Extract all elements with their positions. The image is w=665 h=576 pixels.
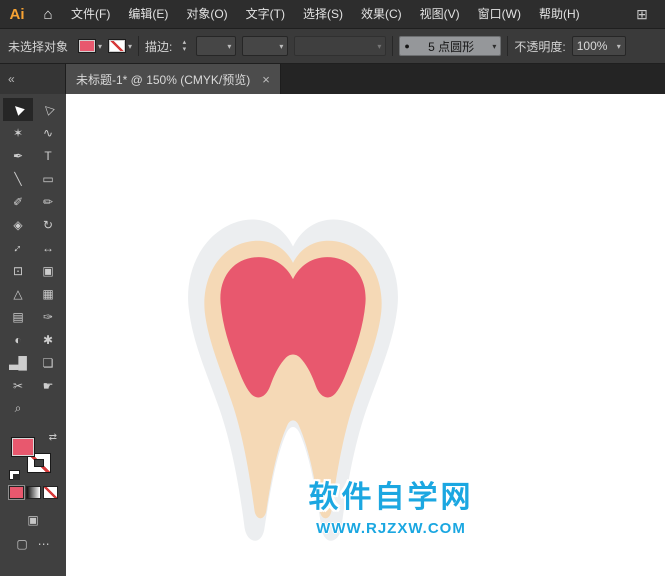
stroke-none-swatch[interactable] <box>108 39 126 53</box>
menu-item[interactable]: 视图(V) <box>411 7 469 21</box>
type-tool[interactable]: T <box>33 144 63 167</box>
menu-item[interactable]: 窗口(W) <box>469 7 530 21</box>
artboard-tool[interactable]: ❏ <box>33 351 63 374</box>
tools-panel: ▶▷✶∿✒T╲▭✐✏◈↻↕↔⊡▣△▦▤✑◐✱▃█❏✂☛⌕ ⇄ ▣ ▢ ⋯ <box>0 94 66 576</box>
tool-grid: ▶▷✶∿✒T╲▭✐✏◈↻↕↔⊡▣△▦▤✑◐✱▃█❏✂☛⌕ <box>3 98 63 420</box>
opacity-select[interactable]: 100% ▾ <box>572 36 626 56</box>
menu-item[interactable]: 帮助(H) <box>530 7 589 21</box>
pencil-tool[interactable]: ✏ <box>33 190 63 213</box>
gradient-tool[interactable]: ▤ <box>3 305 33 328</box>
none-button[interactable] <box>43 486 58 499</box>
variable-width-profile-select[interactable]: ▾ <box>242 36 288 56</box>
menu-item[interactable]: 文字(T) <box>237 7 294 21</box>
line-segment-tool[interactable]: ╲ <box>3 167 33 190</box>
opacity-label: 不透明度: <box>514 38 565 55</box>
width-tool[interactable]: ↔ <box>33 236 63 259</box>
shape-builder-tool[interactable]: ▣ <box>33 259 63 282</box>
selection-status: 未选择对象 <box>8 38 68 55</box>
screen-mode-row: ▢ ⋯ <box>16 537 49 551</box>
color-mode-row <box>9 486 58 499</box>
fill-swatch[interactable] <box>11 437 35 457</box>
stepper-up-icon[interactable]: ▴ <box>178 39 190 46</box>
gradient-button[interactable] <box>26 486 41 499</box>
main-area: ▶▷✶∿✒T╲▭✐✏◈↻↕↔⊡▣△▦▤✑◐✱▃█❏✂☛⌕ ⇄ ▣ ▢ ⋯ <box>0 94 665 576</box>
selection-tool[interactable]: ▶ <box>3 98 33 121</box>
stroke-color-control[interactable]: ▾ <box>108 39 132 53</box>
screen-mode-button[interactable]: ▢ <box>16 537 27 551</box>
separator <box>507 36 508 56</box>
brush-definition-select[interactable]: ● 5 点圆形 ▾ <box>399 36 501 56</box>
toolbar-bottom: ▣ ▢ ⋯ <box>16 513 49 551</box>
illustrator-window: Ai ⌂ 文件(F)编辑(E)对象(O)文字(T)选择(S)效果(C)视图(V)… <box>0 0 665 576</box>
pen-tool[interactable]: ✒ <box>3 144 33 167</box>
mesh-tool[interactable]: ▦ <box>33 282 63 305</box>
lasso-tool[interactable]: ∿ <box>33 121 63 144</box>
menu-item[interactable]: 选择(S) <box>294 7 352 21</box>
stroke-swatch-hole <box>34 459 44 467</box>
brush-preview-icon: ● <box>404 41 409 51</box>
menu-item[interactable]: 文件(F) <box>62 7 119 21</box>
tooth-artwork[interactable] <box>174 216 412 552</box>
workspace-switcher-icon[interactable]: ⊞ <box>625 6 659 23</box>
chevron-down-icon[interactable]: ▾ <box>227 42 231 51</box>
document-tab[interactable]: 未标题-1* @ 150% (CMYK/预览) × <box>66 64 281 94</box>
document-tab-bar: « 未标题-1* @ 150% (CMYK/预览) × <box>0 64 665 94</box>
rectangle-tool[interactable]: ▭ <box>33 167 63 190</box>
chevron-down-icon[interactable]: ▾ <box>128 42 132 51</box>
eraser-tool[interactable]: ◈ <box>3 213 33 236</box>
home-icon[interactable]: ⌂ <box>34 6 62 23</box>
menu-item[interactable]: 效果(C) <box>352 7 411 21</box>
direct-selection-tool[interactable]: ▷ <box>33 98 63 121</box>
eyedropper-tool[interactable]: ✑ <box>33 305 63 328</box>
swap-fill-stroke-icon[interactable]: ⇄ <box>49 432 57 443</box>
free-transform-tool[interactable]: ⊡ <box>3 259 33 282</box>
menubar: Ai ⌂ 文件(F)编辑(E)对象(O)文字(T)选择(S)效果(C)视图(V)… <box>0 0 665 28</box>
chevron-down-icon[interactable]: ▾ <box>617 42 621 51</box>
fill-color-swatch[interactable] <box>78 39 96 53</box>
stroke-weight-select[interactable]: ▾ <box>196 36 236 56</box>
rotate-tool[interactable]: ↻ <box>33 213 63 236</box>
control-bar: 未选择对象 ▾ ▾ 描边: ▴ ▾ ▾ ▾ ▾ ● 5 <box>0 28 665 64</box>
fill-stroke-widget: ⇄ <box>9 432 57 480</box>
stepper-down-icon[interactable]: ▾ <box>178 46 190 53</box>
paintbrush-tool[interactable]: ✐ <box>3 190 33 213</box>
stroke-weight-label: 描边: <box>145 38 172 55</box>
column-graph-tool[interactable]: ▃█ <box>3 351 33 374</box>
chevron-down-icon: ▾ <box>377 42 381 51</box>
brush-definition-value: 5 点圆形 <box>428 38 474 55</box>
panel-collapse-strip: « <box>0 64 66 94</box>
menu-item[interactable]: 编辑(E) <box>119 7 177 21</box>
app-logo: Ai <box>0 6 34 23</box>
menu-items: 文件(F)编辑(E)对象(O)文字(T)选择(S)效果(C)视图(V)窗口(W)… <box>62 0 589 28</box>
color-button[interactable] <box>9 486 24 499</box>
separator <box>392 36 393 56</box>
perspective-grid-tool[interactable]: △ <box>3 282 33 305</box>
menu-item[interactable]: 对象(O) <box>177 7 236 21</box>
close-icon[interactable]: × <box>262 72 270 87</box>
hand-tool[interactable]: ☛ <box>33 374 63 397</box>
chevron-down-icon[interactable]: ▾ <box>279 42 283 51</box>
chevron-down-icon[interactable]: ▾ <box>492 42 496 51</box>
slice-tool[interactable]: ✂ <box>3 374 33 397</box>
more-options-button[interactable]: ⋯ <box>38 537 50 551</box>
separator <box>138 36 139 56</box>
collapse-panel-icon[interactable]: « <box>8 72 15 86</box>
opacity-value: 100% <box>577 39 608 53</box>
graphic-style-select: ▾ <box>294 36 386 56</box>
chevron-down-icon[interactable]: ▾ <box>98 42 102 51</box>
blend-tool[interactable]: ◐ <box>3 328 33 351</box>
fill-color-control[interactable]: ▾ <box>78 39 102 53</box>
drawing-mode-button[interactable]: ▣ <box>27 513 38 527</box>
zoom-tool[interactable]: ⌕ <box>3 397 33 420</box>
canvas-artboard[interactable]: 软件自学网 WWW.RJZXW.COM <box>66 94 665 576</box>
stroke-weight-stepper[interactable]: ▴ ▾ <box>178 39 190 53</box>
scale-tool[interactable]: ↕ <box>3 236 33 259</box>
default-fill-stroke-icon[interactable] <box>9 470 20 480</box>
document-tab-title: 未标题-1* @ 150% (CMYK/预览) <box>76 71 250 88</box>
magic-wand-tool[interactable]: ✶ <box>3 121 33 144</box>
symbol-sprayer-tool[interactable]: ✱ <box>33 328 63 351</box>
